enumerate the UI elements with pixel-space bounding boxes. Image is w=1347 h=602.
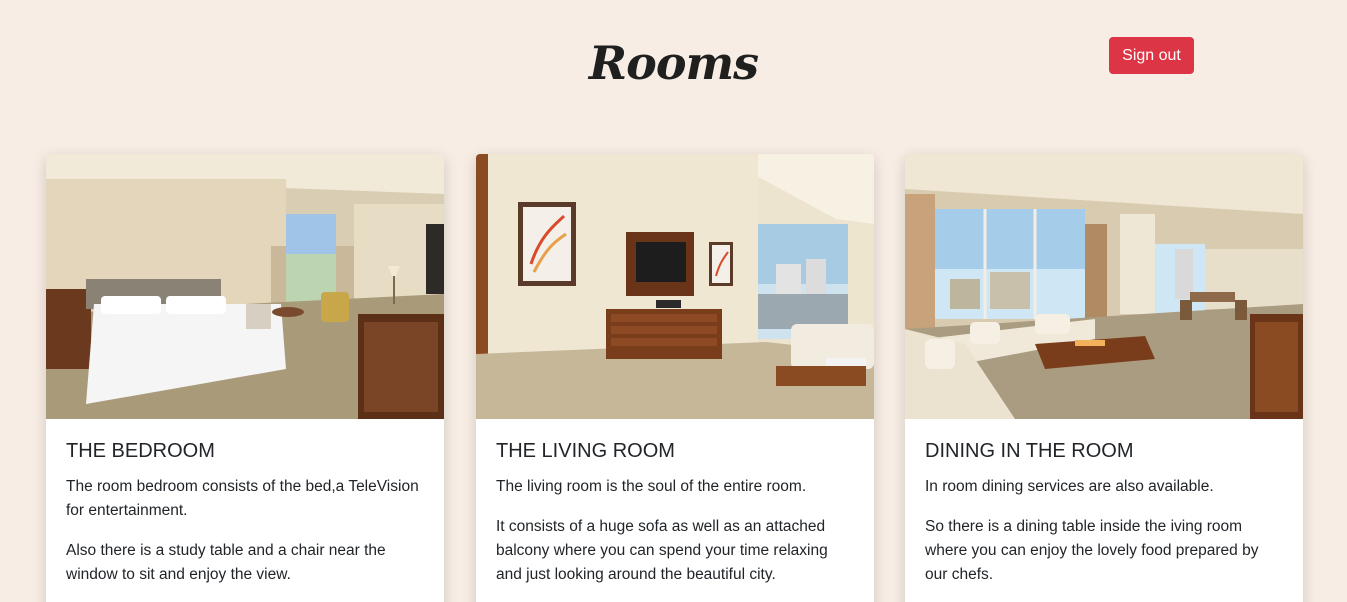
card-title: THE BEDROOM [66, 440, 215, 462]
card-paragraph: In room dining services are also availab… [925, 478, 1214, 495]
card-paragraph: So there is a dining table inside the iv… [925, 518, 1259, 583]
card-paragraph: It consists of a huge sofa as well as an… [496, 518, 828, 583]
page-header: Rooms Sign out [0, 0, 1347, 120]
card-body: THE BEDROOM The room bedroom consists of… [46, 419, 444, 587]
card-body: DINING IN THE ROOM In room dining servic… [905, 419, 1303, 587]
card-paragraph: The living room is the soul of the entir… [496, 478, 807, 495]
card-paragraph: The room bedroom consists of the bed,a T… [66, 478, 419, 519]
sign-out-button[interactable]: Sign out [1109, 37, 1194, 74]
dining-room-image [905, 154, 1303, 419]
bedroom-image [46, 154, 444, 419]
rooms-page: Rooms Sign out THE BEDROOM The room bedr… [0, 0, 1347, 602]
card-title: DINING IN THE ROOM [925, 440, 1134, 462]
room-card-living-room: THE LIVING ROOM The living room is the s… [476, 154, 874, 602]
card-title: THE LIVING ROOM [496, 440, 675, 462]
room-card-dining: DINING IN THE ROOM In room dining servic… [905, 154, 1303, 602]
card-body: THE LIVING ROOM The living room is the s… [476, 419, 874, 587]
living-room-image [476, 154, 874, 419]
room-card-bedroom: THE BEDROOM The room bedroom consists of… [46, 154, 444, 602]
card-paragraph: Also there is a study table and a chair … [66, 542, 386, 583]
